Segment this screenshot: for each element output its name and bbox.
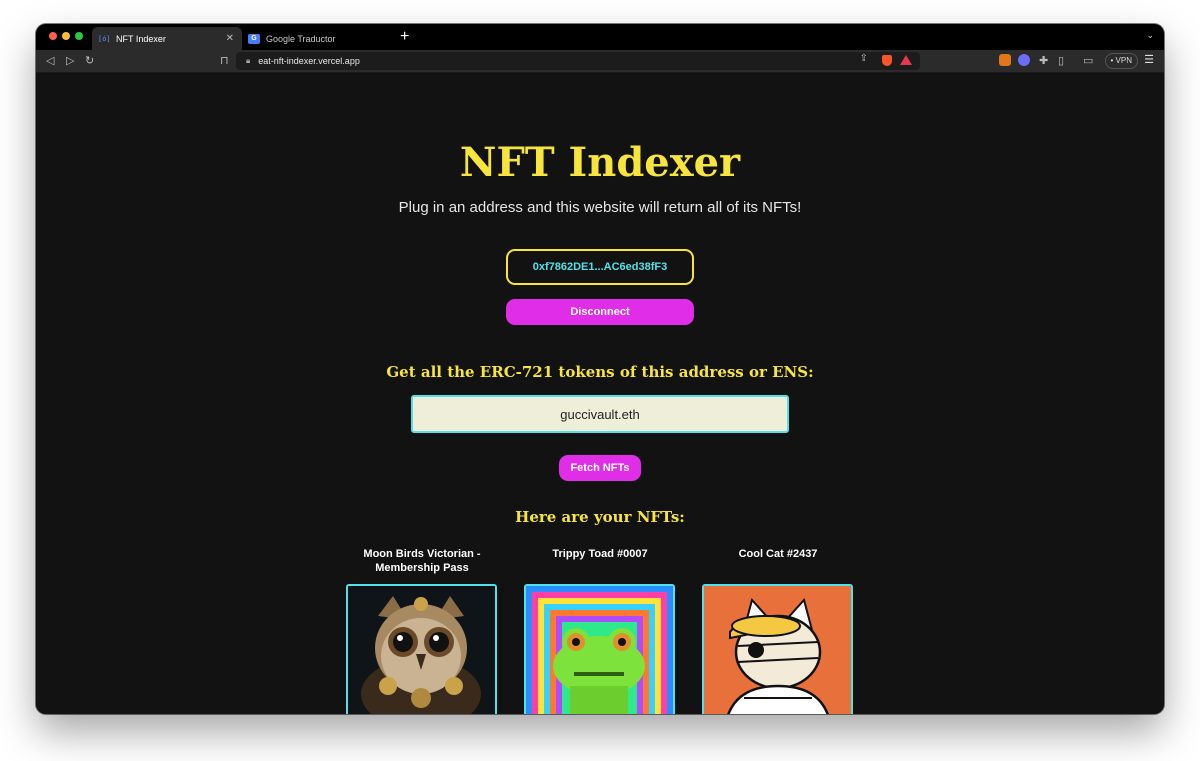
close-tab-icon[interactable]: ✕ — [226, 33, 234, 44]
maximize-window-button[interactable] — [75, 32, 83, 40]
share-icon[interactable]: ⇪ — [860, 53, 868, 64]
nft-title: Cool Cat #2437 — [738, 548, 818, 560]
lock-icon: 🔒︎ — [246, 56, 251, 65]
results-heading: Here are your NFTs: — [515, 508, 685, 526]
tab-label: NFT Indexer — [116, 33, 166, 44]
reload-icon[interactable]: ↻ — [85, 53, 94, 69]
vpn-button[interactable]: • VPN — [1104, 53, 1138, 69]
back-icon[interactable]: ◁ — [46, 53, 54, 69]
google-translate-favicon: G — [248, 33, 260, 44]
toad-image — [526, 586, 673, 714]
extension-icon[interactable] — [1018, 54, 1030, 66]
tab-nft-indexer[interactable]: [ó] NFT Indexer ✕ — [92, 27, 242, 50]
nft-card-toad[interactable] — [524, 584, 675, 714]
browser-window: [ó] NFT Indexer ✕ G Google Traductor + ⌄… — [36, 24, 1164, 714]
address-bar[interactable]: 🔒︎ eat-nft-indexer.vercel.app ⇪ — [236, 52, 920, 70]
forward-icon[interactable]: ▷ — [66, 53, 74, 69]
coolcat-image — [704, 586, 851, 714]
new-tab-button[interactable]: + — [400, 28, 409, 46]
extensions-puzzle-icon[interactable]: ✚ — [1039, 53, 1048, 69]
sidebar-icon[interactable]: ▯ — [1058, 53, 1064, 69]
page-title: NFT Indexer — [459, 139, 741, 186]
fetch-nfts-button[interactable]: Fetch NFTs — [559, 455, 641, 481]
wallet-icon[interactable]: ▭ — [1083, 53, 1093, 69]
tab-strip: [ó] NFT Indexer ✕ G Google Traductor + ⌄ — [36, 24, 1164, 50]
nft-title: Moon Birds Victorian - Membership Pass — [363, 548, 481, 574]
brave-shields-icon[interactable] — [882, 55, 892, 66]
nft-indexer-favicon: [ó] — [98, 34, 111, 43]
owl-image — [348, 586, 495, 714]
browser-toolbar: ◁ ▷ ↻ ⊓ 🔒︎ eat-nft-indexer.vercel.app ⇪ … — [36, 50, 1164, 73]
wallet-address-button[interactable]: 0xf7862DE1...AC6ed38fF3 — [506, 249, 694, 285]
metamask-icon[interactable] — [999, 54, 1011, 66]
disconnect-button[interactable]: Disconnect — [506, 299, 694, 325]
nft-card-owl[interactable] — [346, 584, 497, 714]
nft-card-coolcat[interactable] — [702, 584, 853, 714]
page-subtitle: Plug in an address and this website will… — [398, 199, 802, 216]
vpn-label: VPN — [1115, 56, 1132, 65]
tab-label: Google Traductor — [266, 33, 336, 44]
menu-icon[interactable]: ☰ — [1144, 53, 1154, 66]
close-window-button[interactable] — [49, 32, 57, 40]
minimize-window-button[interactable] — [62, 32, 70, 40]
search-heading: Get all the ERC-721 tokens of this addre… — [386, 363, 814, 381]
nft-title: Trippy Toad #0007 — [552, 548, 648, 560]
url-text: eat-nft-indexer.vercel.app — [258, 56, 360, 66]
address-search-input[interactable] — [411, 395, 789, 433]
tab-list-chevron-icon[interactable]: ⌄ — [1146, 30, 1154, 41]
tab-google-traductor[interactable]: G Google Traductor — [242, 27, 392, 50]
brave-rewards-icon[interactable] — [900, 55, 912, 65]
page-content: NFT Indexer Plug in an address and this … — [36, 73, 1164, 714]
bookmark-icon[interactable]: ⊓ — [220, 53, 229, 69]
